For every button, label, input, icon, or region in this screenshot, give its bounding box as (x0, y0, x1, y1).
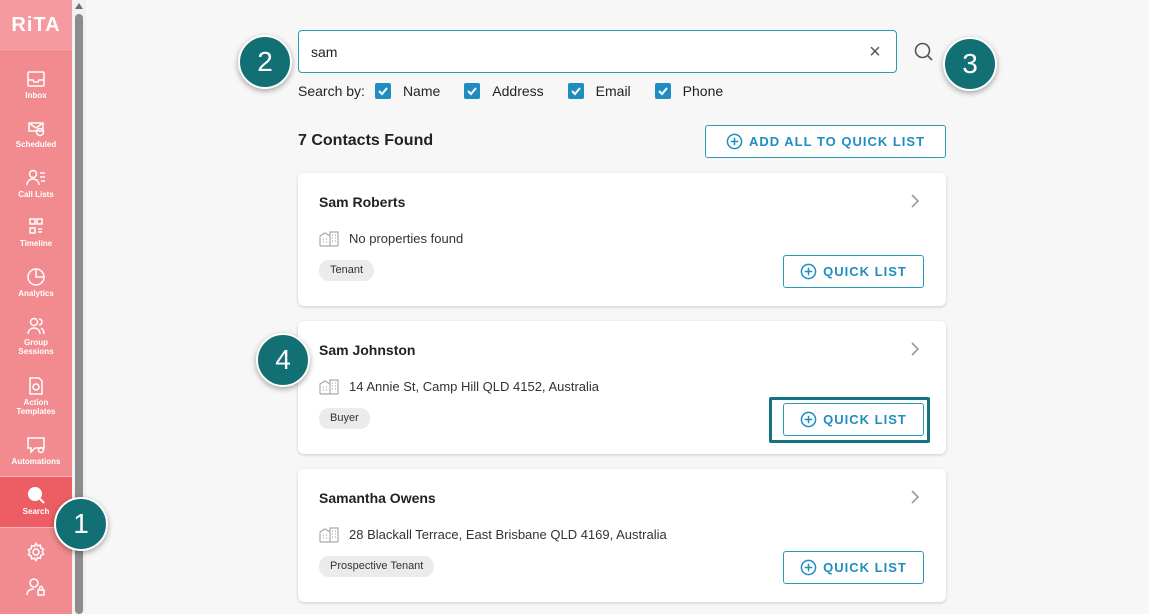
checkbox-label: Name (402, 83, 441, 99)
checkbox-label: Address (492, 83, 544, 99)
contact-name: Sam Johnston (319, 342, 416, 358)
checkbox-checked-icon[interactable] (374, 83, 391, 99)
building-icon (319, 379, 339, 395)
chevron-right-icon[interactable] (910, 342, 920, 356)
checkbox-email[interactable]: Email (567, 83, 631, 99)
sidebar-item-label: Analytics (18, 289, 54, 298)
gear-icon (27, 542, 45, 562)
callout-badge: 3 (943, 37, 997, 91)
building-icon (319, 527, 339, 543)
contact-address-text: 14 Annie St, Camp Hill QLD 4152, Austral… (349, 378, 600, 394)
chevron-right-icon[interactable] (910, 194, 920, 208)
close-icon[interactable]: × (866, 42, 884, 62)
group-sessions-icon (27, 317, 45, 335)
contact-tag: Buyer (319, 408, 370, 429)
sidebar-item-label: Inbox (25, 91, 47, 100)
building-icon (319, 231, 339, 247)
checkbox-checked-icon[interactable] (567, 83, 584, 99)
call-lists-icon (26, 169, 45, 186)
contact-name: Sam Roberts (319, 194, 406, 210)
sidebar-item-analytics[interactable]: Analytics (0, 267, 72, 298)
add-all-label: ADD ALL TO QUICK LIST (748, 134, 926, 149)
search-input-value[interactable]: sam (311, 44, 866, 60)
sidebar-item-settings[interactable] (0, 542, 72, 564)
checkbox-name[interactable]: Name (374, 83, 441, 99)
search-by-label: Search by: (298, 83, 365, 99)
sidebar-item-scheduled[interactable]: Scheduled (0, 118, 72, 149)
search-icon (28, 487, 45, 504)
contact-address-text: 28 Blackall Terrace, East Brisbane QLD 4… (349, 526, 667, 542)
search-icon[interactable] (913, 41, 935, 63)
plus-circle-icon (800, 263, 817, 280)
checkbox-checked-icon[interactable] (464, 83, 481, 99)
search-input[interactable]: sam × (298, 30, 897, 73)
checkbox-label: Email (595, 83, 631, 99)
checkbox-label: Phone (682, 83, 724, 99)
app-root: RiTA Inbox Scheduled Call Lists Timeline… (0, 0, 1149, 614)
contact-address: 28 Blackall Terrace, East Brisbane QLD 4… (319, 525, 667, 543)
timeline-icon (29, 218, 43, 234)
contact-address: 14 Annie St, Camp Hill QLD 4152, Austral… (319, 377, 599, 395)
quick-list-label: QUICK LIST (823, 560, 907, 575)
highlight-box (769, 397, 930, 443)
checkbox-address[interactable]: Address (464, 83, 544, 99)
sidebar-item-label: Automations (11, 457, 61, 466)
contact-address: No properties found (319, 229, 463, 247)
callout-badge: 2 (238, 35, 292, 89)
analytics-icon (27, 268, 45, 286)
sidebar-item-group-sessions[interactable]: Group Sessions (0, 316, 72, 356)
inbox-icon (27, 71, 45, 87)
sidebar-item-inbox[interactable]: Inbox (0, 69, 72, 100)
search-by-options: Search by: Name Address Email Phone (298, 82, 747, 100)
add-all-to-quick-list-button[interactable]: ADD ALL TO QUICK LIST (705, 125, 946, 158)
sidebar-item-label: Search (22, 507, 50, 516)
sidebar-item-label: Group Sessions (18, 338, 54, 356)
sidebar-item-label: Timeline (19, 239, 53, 248)
scroll-up-arrow-icon[interactable] (75, 3, 83, 9)
sidebar-item-account[interactable] (0, 577, 72, 599)
sidebar-item-label: Scheduled (15, 140, 57, 149)
contact-card[interactable]: Sam Roberts No properties found Tenant Q… (298, 173, 946, 306)
sidebar-item-label: Action Templates (16, 398, 56, 416)
sidebar-item-label: Call Lists (18, 190, 54, 199)
chevron-right-icon[interactable] (910, 490, 920, 504)
scheduled-icon (28, 122, 45, 137)
user-lock-icon (26, 578, 45, 596)
logo: RiTA (0, 0, 72, 52)
contact-card[interactable]: Samantha Owens 28 Blackall Terrace, East… (298, 469, 946, 602)
automations-icon (27, 437, 45, 454)
sidebar-item-action-templates[interactable]: Action Templates (0, 376, 72, 416)
checkbox-phone[interactable]: Phone (654, 83, 724, 99)
contact-name: Samantha Owens (319, 490, 436, 506)
plus-circle-icon (800, 559, 817, 576)
plus-circle-icon (726, 133, 743, 150)
checkbox-checked-icon[interactable] (654, 83, 671, 99)
action-templates-icon (29, 377, 43, 395)
sidebar-item-automations[interactable]: Automations (0, 435, 72, 466)
quick-list-button[interactable]: QUICK LIST (783, 551, 924, 584)
callout-badge: 4 (256, 333, 310, 387)
quick-list-label: QUICK LIST (823, 264, 907, 279)
callout-badge: 1 (54, 497, 108, 551)
quick-list-button[interactable]: QUICK LIST (783, 255, 924, 288)
sidebar-item-call-lists[interactable]: Call Lists (0, 168, 72, 199)
results-count: 7 Contacts Found (298, 132, 434, 149)
contact-tag: Prospective Tenant (319, 556, 435, 577)
contact-address-text: No properties found (349, 230, 464, 246)
sidebar-item-timeline[interactable]: Timeline (0, 217, 72, 248)
contact-tag: Tenant (319, 260, 375, 281)
